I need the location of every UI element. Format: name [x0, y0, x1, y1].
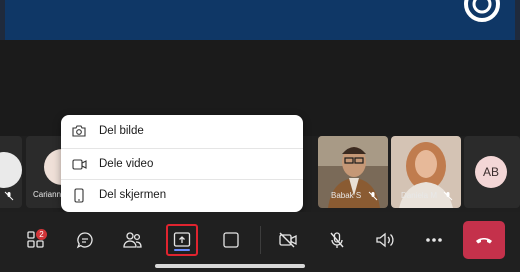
participant-tile-ab[interactable]: AB [464, 136, 520, 208]
camera-toggle-button[interactable] [273, 226, 303, 254]
menu-item-label: Dele video [99, 158, 154, 170]
mic-off-icon [4, 191, 14, 201]
participant-tile-babak[interactable]: Babak S [318, 136, 388, 208]
menu-item-share-screen[interactable]: Del skjermen [61, 180, 303, 210]
whiteboard-icon [223, 232, 239, 248]
menu-item-label: Del bilde [99, 125, 144, 137]
mic-off-icon [443, 191, 453, 201]
participant-name: Daniela M [401, 191, 438, 200]
participant-tile-daniela[interactable]: Daniela M [391, 136, 461, 208]
video-off-icon [279, 232, 297, 248]
chat-icon [76, 232, 93, 249]
shared-screen [0, 0, 520, 40]
hang-up-icon [476, 238, 492, 244]
notification-badge: 2 [36, 229, 47, 240]
video-camera-icon [69, 154, 89, 174]
mic-off-icon [330, 232, 344, 248]
menu-item-share-photo[interactable]: Del bilde [61, 116, 303, 146]
phone-screen-icon [69, 185, 89, 205]
participant-tile-partial[interactable] [0, 136, 22, 208]
people-icon [123, 232, 142, 248]
apps-button[interactable] [21, 226, 51, 254]
more-options-button[interactable] [419, 226, 449, 254]
whiteboard-button[interactable] [216, 226, 246, 254]
chat-button[interactable] [70, 226, 100, 254]
share-tray-icon [173, 232, 191, 247]
share-menu: Del bilde Dele video Del skjermen [61, 115, 303, 212]
end-call-button[interactable] [463, 221, 505, 259]
speaker-icon [376, 232, 394, 248]
avatar: AB [475, 156, 507, 188]
more-icon [426, 238, 442, 242]
menu-item-share-video[interactable]: Dele video [61, 149, 303, 179]
toolbar-divider [260, 226, 261, 254]
shared-screen-content [5, 0, 515, 40]
avatar [0, 152, 22, 188]
participant-name: Cariann [33, 190, 62, 199]
mic-off-icon [368, 191, 378, 201]
mic-toggle-button[interactable] [322, 226, 352, 254]
speaker-button[interactable] [370, 226, 400, 254]
app-logo-icon [464, 0, 500, 22]
participant-name: Babak S [331, 191, 362, 200]
home-indicator[interactable] [155, 264, 305, 268]
share-active-underline [174, 249, 190, 251]
people-button[interactable] [118, 226, 148, 254]
menu-item-label: Del skjermen [99, 189, 167, 201]
camera-icon [69, 121, 89, 141]
